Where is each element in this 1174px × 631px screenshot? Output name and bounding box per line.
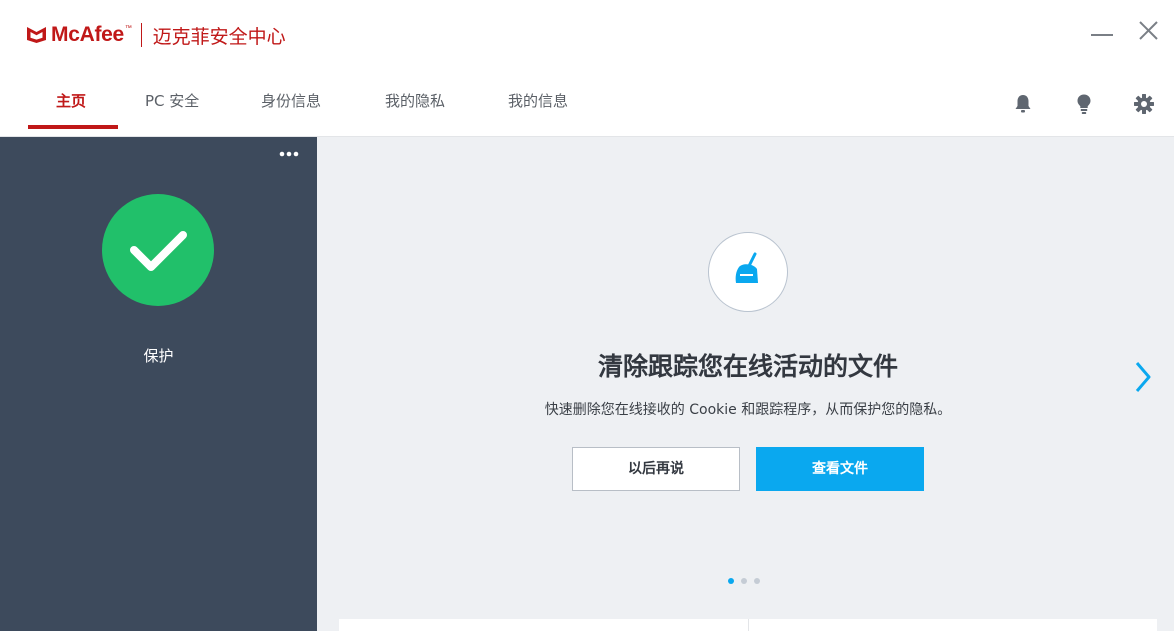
tab-my-info[interactable]: 我的信息 bbox=[508, 90, 568, 111]
broom-icon bbox=[735, 252, 758, 283]
product-name: 迈克菲安全中心 bbox=[152, 25, 286, 48]
more-options-button[interactable] bbox=[276, 147, 302, 161]
card-divider bbox=[748, 619, 749, 631]
settings-button[interactable] bbox=[1133, 93, 1155, 115]
close-button[interactable] bbox=[1136, 18, 1162, 44]
main-nav: 主页 PC 安全 身份信息 我的隐私 我的信息 bbox=[0, 70, 1174, 137]
feature-description: 快速删除您在线接收的 Cookie 和跟踪程序，从而保护您的隐私。 bbox=[544, 402, 952, 418]
lightbulb-icon bbox=[1077, 94, 1091, 114]
title-bar: McAfee™ 迈克菲安全中心 bbox=[0, 0, 1174, 70]
mcafee-logo: McAfee™ 迈克菲安全中心 bbox=[26, 22, 286, 48]
feature-icon-container bbox=[708, 232, 788, 312]
next-slide-button[interactable] bbox=[1130, 359, 1154, 395]
carousel-pagination bbox=[728, 578, 760, 586]
feature-carousel: 清除跟踪您在线活动的文件 快速删除您在线接收的 Cookie 和跟踪程序，从而保… bbox=[317, 137, 1174, 631]
pagination-dot[interactable] bbox=[728, 578, 734, 584]
notifications-button[interactable] bbox=[1012, 93, 1034, 115]
chevron-right-icon bbox=[1135, 362, 1151, 392]
mcafee-shield-icon bbox=[27, 27, 46, 43]
later-button[interactable]: 以后再说 bbox=[572, 447, 740, 491]
brand-name: McAfee™ bbox=[51, 23, 132, 46]
status-sidebar: 保护 bbox=[0, 137, 317, 631]
more-options-icon bbox=[279, 151, 299, 157]
tab-my-privacy[interactable]: 我的隐私 bbox=[385, 90, 445, 111]
minimize-icon bbox=[1091, 34, 1113, 36]
tab-identity[interactable]: 身份信息 bbox=[261, 90, 321, 111]
pagination-dot[interactable] bbox=[754, 578, 760, 584]
minimize-button[interactable] bbox=[1089, 18, 1115, 44]
tips-button[interactable] bbox=[1073, 93, 1095, 115]
mcafee-window: McAfee™ 迈克菲安全中心 主页 PC 安全 身份信息 我的隐私 我的信息 bbox=[0, 0, 1174, 631]
checkmark-icon bbox=[130, 231, 187, 271]
tab-pc-security[interactable]: PC 安全 bbox=[145, 90, 199, 111]
gear-icon bbox=[1134, 94, 1154, 114]
close-icon bbox=[1139, 21, 1158, 40]
logo-divider bbox=[140, 23, 142, 47]
pagination-dot[interactable] bbox=[741, 578, 747, 584]
bottom-card-area bbox=[339, 619, 1157, 631]
protection-status-indicator bbox=[102, 194, 214, 306]
tab-home[interactable]: 主页 bbox=[56, 90, 86, 111]
protection-status-label: 保护 bbox=[143, 347, 174, 365]
bell-icon bbox=[1015, 95, 1031, 113]
active-tab-indicator bbox=[28, 125, 118, 129]
feature-title: 清除跟踪您在线活动的文件 bbox=[597, 352, 898, 381]
view-files-button[interactable]: 查看文件 bbox=[756, 447, 924, 491]
